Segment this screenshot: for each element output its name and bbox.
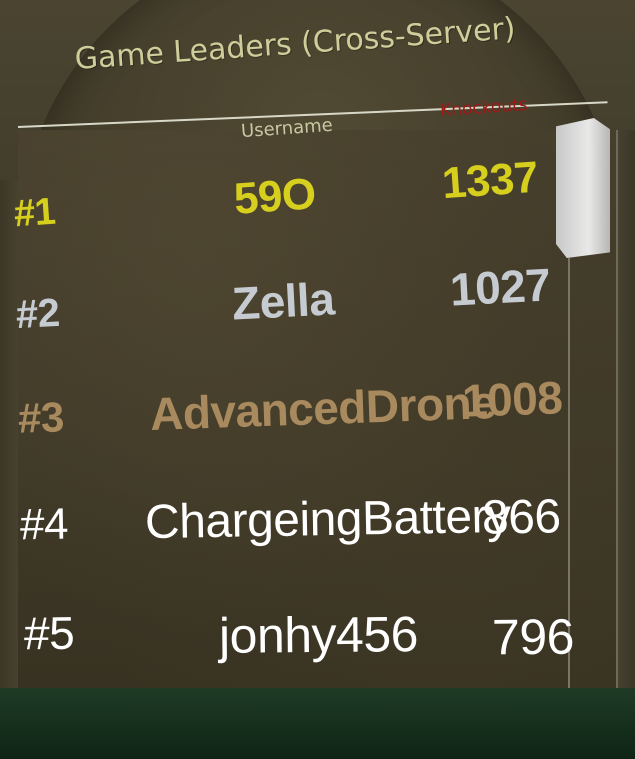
knockout-count: 1337 bbox=[440, 152, 540, 209]
player-name: jonhy456 bbox=[218, 606, 419, 664]
game-viewport: Game Leaders (Cross-Server) Username Kno… bbox=[0, 0, 635, 759]
rank-label: #1 bbox=[12, 190, 57, 236]
knockout-count: 1027 bbox=[448, 258, 552, 316]
player-name: ChargeingBattery bbox=[144, 489, 511, 550]
knockout-count: 796 bbox=[491, 608, 575, 666]
grass-floor bbox=[0, 688, 635, 759]
rank-label: #2 bbox=[14, 290, 61, 338]
knockout-count: 866 bbox=[481, 490, 562, 545]
rank-label: #5 bbox=[23, 606, 75, 660]
player-name: Zella bbox=[230, 272, 336, 330]
rank-label: #3 bbox=[17, 393, 65, 442]
rank-label: #4 bbox=[19, 499, 69, 550]
player-name: 59O bbox=[232, 169, 318, 224]
knockout-count: 1008 bbox=[461, 371, 564, 427]
scrollbar-thumb[interactable] bbox=[556, 118, 610, 258]
